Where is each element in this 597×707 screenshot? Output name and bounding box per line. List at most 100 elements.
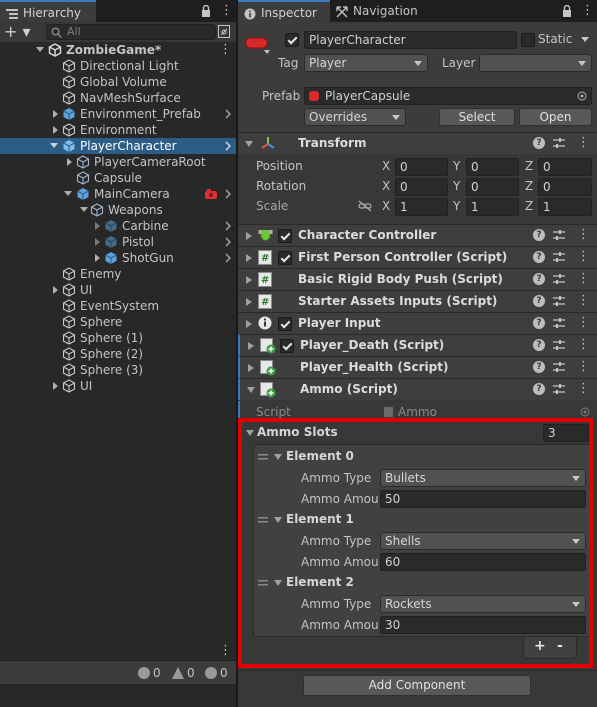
add-component-button[interactable]: Add Component bbox=[303, 675, 531, 696]
chevron-right-icon[interactable] bbox=[225, 141, 231, 151]
help-icon[interactable]: ? bbox=[533, 137, 545, 149]
presets-icon[interactable] bbox=[553, 339, 565, 351]
collapse-arrow-icon[interactable] bbox=[52, 110, 60, 118]
context-menu-icon[interactable]: ⋮ bbox=[577, 359, 590, 374]
chevron-right-icon[interactable] bbox=[225, 189, 231, 199]
tree-item[interactable]: UI bbox=[0, 378, 236, 394]
tree-item[interactable]: Weapons bbox=[0, 202, 236, 218]
fold-arrow-icon[interactable] bbox=[248, 342, 254, 350]
presets-icon[interactable] bbox=[553, 317, 565, 329]
help-icon[interactable]: ? bbox=[533, 273, 545, 285]
tree-item[interactable]: Environment bbox=[0, 122, 236, 138]
position-x-field[interactable]: 0 bbox=[395, 158, 448, 176]
component-ammo[interactable]: Ammo (Script) ? ⋮ bbox=[238, 378, 597, 400]
active-toggle[interactable] bbox=[285, 33, 299, 47]
object-picker-icon[interactable] bbox=[577, 91, 587, 101]
tree-item[interactable]: MainCamera bbox=[0, 186, 236, 202]
tree-item[interactable]: NavMeshSurface bbox=[0, 90, 236, 106]
tree-item[interactable]: EventSystem bbox=[0, 298, 236, 314]
open-button[interactable]: Open bbox=[519, 108, 592, 126]
help-icon[interactable]: ? bbox=[533, 361, 545, 373]
tree-item[interactable]: Pistol bbox=[0, 234, 236, 250]
object-icon[interactable] bbox=[245, 37, 269, 49]
fold-arrow-icon[interactable] bbox=[246, 232, 252, 240]
select-button[interactable]: Select bbox=[439, 108, 515, 126]
scene-menu-icon[interactable]: ⋮ bbox=[219, 42, 232, 58]
scene-visibility-icon[interactable] bbox=[218, 25, 230, 38]
expand-arrow-icon[interactable] bbox=[80, 206, 88, 214]
lock-icon[interactable] bbox=[201, 5, 211, 17]
fold-arrow-icon[interactable] bbox=[246, 276, 252, 284]
rotation-y-field[interactable]: 0 bbox=[466, 178, 519, 196]
help-icon[interactable]: ? bbox=[533, 229, 545, 241]
tree-item[interactable]: Sphere (2) bbox=[0, 346, 236, 362]
context-menu-icon[interactable]: ⋮ bbox=[577, 381, 590, 396]
hierarchy-search-input[interactable]: All bbox=[46, 24, 216, 40]
component-enabled-toggle[interactable] bbox=[280, 339, 294, 353]
tab-hierarchy[interactable]: Hierarchy bbox=[0, 0, 96, 22]
presets-icon[interactable] bbox=[553, 295, 565, 307]
tree-item[interactable]: Capsule bbox=[0, 170, 236, 186]
add-gameobject-button[interactable]: + ▾ bbox=[4, 23, 34, 41]
context-menu-icon[interactable]: ⋮ bbox=[577, 135, 590, 150]
presets-icon[interactable] bbox=[553, 229, 565, 241]
context-menu-icon[interactable]: ⋮ bbox=[577, 227, 590, 242]
info-count[interactable]: 0 bbox=[138, 665, 161, 681]
scale-x-field[interactable]: 1 bbox=[395, 198, 448, 216]
tree-item[interactable]: PlayerCameraRoot bbox=[0, 154, 236, 170]
component-character-controller[interactable]: Character Controller ? ⋮ bbox=[238, 224, 597, 246]
help-icon[interactable]: ? bbox=[533, 295, 545, 307]
tree-item[interactable]: Sphere (3) bbox=[0, 362, 236, 378]
collapse-arrow-icon[interactable] bbox=[52, 286, 60, 294]
fold-arrow-icon[interactable] bbox=[246, 320, 252, 328]
context-menu-icon[interactable]: ⋮ bbox=[577, 293, 590, 308]
constrain-proportions-icon[interactable] bbox=[358, 200, 372, 212]
tab-inspector[interactable]: Inspector bbox=[238, 0, 330, 22]
help-icon[interactable]: ? bbox=[533, 383, 545, 395]
tree-item[interactable]: Sphere bbox=[0, 314, 236, 330]
component-player-input[interactable]: Player Input ? ⋮ bbox=[238, 312, 597, 334]
tree-item[interactable]: ShotGun bbox=[0, 250, 236, 266]
chevron-right-icon[interactable] bbox=[225, 253, 231, 263]
prefab-field[interactable]: PlayerCapsule bbox=[304, 87, 592, 105]
expand-arrow-icon[interactable] bbox=[36, 46, 44, 54]
tree-item[interactable]: Global Volume bbox=[0, 74, 236, 90]
context-menu-icon[interactable]: ⋮ bbox=[577, 249, 590, 264]
tree-item[interactable]: Carbine bbox=[0, 218, 236, 234]
console-menu-icon[interactable]: ⋮ bbox=[219, 643, 232, 658]
component-enabled-toggle[interactable] bbox=[278, 317, 292, 331]
collapse-arrow-icon[interactable] bbox=[94, 222, 102, 230]
tree-item[interactable]: UI bbox=[0, 282, 236, 298]
tree-item[interactable]: Environment_Prefab bbox=[0, 106, 236, 122]
presets-icon[interactable] bbox=[553, 273, 565, 285]
tree-item[interactable]: Enemy bbox=[0, 266, 236, 282]
static-toggle[interactable] bbox=[521, 33, 535, 47]
component-enabled-toggle[interactable] bbox=[278, 251, 292, 265]
scale-z-field[interactable]: 1 bbox=[538, 198, 592, 216]
tab-navigation[interactable]: Navigation bbox=[336, 0, 418, 22]
collapse-arrow-icon[interactable] bbox=[52, 126, 60, 134]
component-player-health[interactable]: Player_Health (Script) ? ⋮ bbox=[238, 356, 597, 378]
icon-picker-arrow-icon[interactable] bbox=[264, 50, 270, 54]
collapse-arrow-icon[interactable] bbox=[52, 382, 60, 390]
tree-item-selected[interactable]: PlayerCharacter bbox=[0, 138, 236, 154]
warning-count[interactable]: 0 bbox=[172, 665, 195, 681]
position-y-field[interactable]: 0 bbox=[466, 158, 519, 176]
overrides-dropdown[interactable]: Overrides bbox=[304, 108, 406, 126]
tree-item[interactable]: Sphere (1) bbox=[0, 330, 236, 346]
expand-arrow-icon[interactable] bbox=[50, 142, 58, 150]
tag-dropdown[interactable]: Player bbox=[304, 54, 428, 72]
help-icon[interactable]: ? bbox=[533, 251, 545, 263]
presets-icon[interactable] bbox=[553, 361, 565, 373]
context-menu-icon[interactable]: ⋮ bbox=[577, 315, 590, 330]
presets-icon[interactable] bbox=[553, 251, 565, 263]
collapse-arrow-icon[interactable] bbox=[94, 254, 102, 262]
position-z-field[interactable]: 0 bbox=[538, 158, 592, 176]
component-player-death[interactable]: Player_Death (Script) ? ⋮ bbox=[238, 334, 597, 356]
context-menu-icon[interactable]: ⋮ bbox=[577, 271, 590, 286]
presets-icon[interactable] bbox=[553, 383, 565, 395]
scale-y-field[interactable]: 1 bbox=[466, 198, 519, 216]
component-first-person-controller[interactable]: # First Person Controller (Script) ? ⋮ bbox=[238, 246, 597, 268]
rotation-x-field[interactable]: 0 bbox=[395, 178, 448, 196]
lock-icon[interactable] bbox=[562, 5, 572, 17]
